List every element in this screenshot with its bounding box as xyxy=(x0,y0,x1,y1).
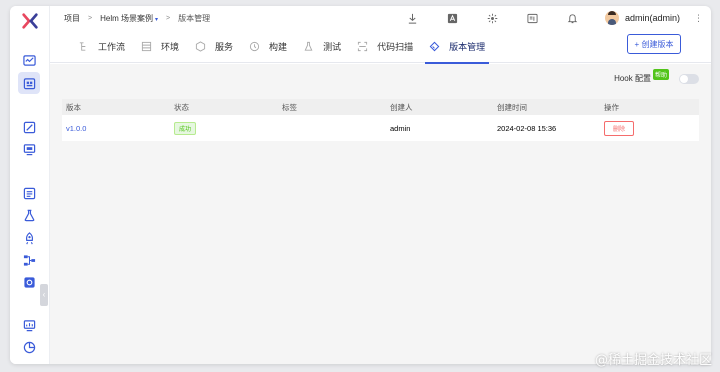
version-table: 版本 状态 标签 创建人 创建时间 操作 v1.0.0 成功 admin 202… xyxy=(62,99,699,141)
avatar[interactable] xyxy=(604,11,619,25)
pipeline-icon[interactable] xyxy=(22,253,36,267)
tab-label: 环境 xyxy=(161,41,180,52)
action-cell: 删除 xyxy=(600,120,699,136)
plugin-icon[interactable] xyxy=(487,12,499,24)
list-icon[interactable] xyxy=(22,186,36,200)
created-time-cell: 2024-02-08 15:36 xyxy=(497,123,557,133)
tab-workflow[interactable]: 工作流 xyxy=(70,30,133,63)
tab-service[interactable]: 服务 xyxy=(187,30,241,63)
hook-config: Hook 配置 帮助 xyxy=(614,69,699,84)
column-header: 创建时间 xyxy=(497,102,527,112)
tab-build[interactable]: 构建 xyxy=(241,30,295,63)
tab-label: 版本管理 xyxy=(449,41,486,52)
hook-toggle[interactable] xyxy=(679,73,699,84)
logo-icon[interactable] xyxy=(21,12,39,30)
breadcrumb-separator: > xyxy=(88,14,93,22)
delete-button[interactable]: 删除 xyxy=(604,120,635,136)
test-icon xyxy=(304,41,313,51)
edit-icon[interactable] xyxy=(22,120,36,134)
username[interactable]: admin(admin) xyxy=(625,13,680,23)
tab-label: 构建 xyxy=(269,41,288,52)
tab-label: 代码扫描 xyxy=(377,41,414,52)
tab-label: 测试 xyxy=(323,41,342,52)
create-version-button[interactable]: + 创建版本 xyxy=(627,34,681,54)
tab-test[interactable]: 测试 xyxy=(295,30,349,63)
tab-label: 服务 xyxy=(215,41,234,52)
breadcrumb-project-label: Helm 场景案例 xyxy=(100,13,153,23)
version-cell: v1.0.0 xyxy=(62,124,170,133)
more-icon[interactable]: ⋮ xyxy=(694,13,703,24)
sidebar-collapse-handle[interactable]: ‹ xyxy=(40,284,48,306)
rocket-icon[interactable] xyxy=(22,231,36,245)
project-icon[interactable] xyxy=(18,72,40,94)
sidebar: ‹ xyxy=(10,6,50,364)
tab-bar: 工作流 环境 服务 构建 测试 代码扫描 版本管理 + 创建版本 xyxy=(50,30,711,64)
app-window: ‹ 项目 > Helm 场景案例 ▾ > 版本管理 admin(admin) ⋮… xyxy=(10,6,711,364)
tab-code-scan[interactable]: 代码扫描 xyxy=(349,30,421,63)
monitor-icon[interactable] xyxy=(22,142,36,156)
workflow-icon xyxy=(79,41,86,51)
translate-icon[interactable] xyxy=(447,12,459,24)
tab-version[interactable]: 版本管理 xyxy=(421,30,493,64)
settings-icon[interactable] xyxy=(22,275,36,289)
caret-down-icon: ▾ xyxy=(154,16,158,23)
hook-label: Hook 配置 xyxy=(614,74,651,83)
service-icon xyxy=(195,40,206,52)
build-icon xyxy=(249,41,260,51)
creator-cell: admin xyxy=(390,123,411,133)
column-header: 版本 xyxy=(66,102,81,112)
version-link[interactable]: v1.0.0 xyxy=(66,124,86,133)
column-header: 操作 xyxy=(604,102,619,112)
code-scan-icon xyxy=(357,41,368,51)
column-header: 标签 xyxy=(282,102,297,112)
column-header: 状态 xyxy=(174,102,189,112)
breadcrumb-separator: > xyxy=(166,14,171,22)
analytics-icon[interactable] xyxy=(22,318,36,332)
download-icon[interactable] xyxy=(407,12,419,24)
breadcrumb-current: 版本管理 xyxy=(178,13,211,23)
watermark: @稀土掘金技术社区 xyxy=(594,353,712,368)
help-badge[interactable]: 帮助 xyxy=(652,69,669,80)
pie-chart-icon[interactable] xyxy=(22,340,36,354)
tab-label: 工作流 xyxy=(98,41,126,52)
docs-icon[interactable] xyxy=(527,12,539,24)
table-header: 版本 状态 标签 创建人 创建时间 操作 xyxy=(62,99,699,115)
table-row: v1.0.0 成功 admin 2024-02-08 15:36 删除 xyxy=(62,115,699,141)
tab-environment[interactable]: 环境 xyxy=(133,30,187,63)
environment-icon xyxy=(141,41,152,51)
breadcrumb-project[interactable]: Helm 场景案例 ▾ xyxy=(96,13,162,24)
status-badge: 成功 xyxy=(174,121,197,135)
top-icons: admin(admin) ⋮ xyxy=(393,6,711,30)
dashboard-icon[interactable] xyxy=(22,53,36,67)
status-cell: 成功 xyxy=(170,121,278,135)
bell-icon[interactable] xyxy=(567,12,579,24)
top-bar: 项目 > Helm 场景案例 ▾ > 版本管理 admin(admin) ⋮ xyxy=(50,6,711,30)
flask-icon[interactable] xyxy=(22,208,36,222)
column-header: 创建人 xyxy=(390,102,413,112)
version-icon xyxy=(429,41,440,51)
main-content: Hook 配置 帮助 版本 状态 标签 创建人 创建时间 操作 v1.0.0 成… xyxy=(50,64,711,364)
breadcrumb-root[interactable]: 项目 xyxy=(60,13,84,24)
